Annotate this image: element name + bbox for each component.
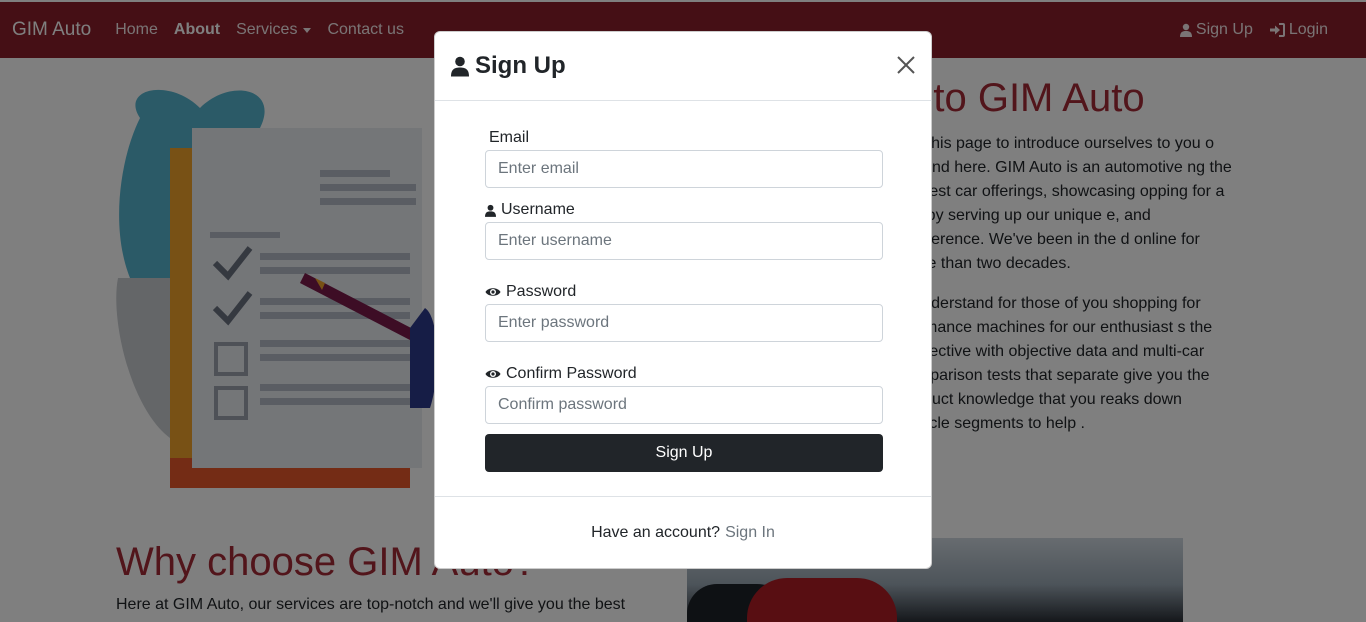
email-label: Email	[489, 129, 530, 146]
user-icon	[451, 56, 469, 77]
username-label: Username	[485, 201, 575, 219]
signup-modal: Sign Up Email Username Password Confirm …	[434, 31, 932, 569]
username-label-text: Username	[501, 201, 575, 218]
modal-header: Sign Up	[435, 32, 931, 101]
eye-icon	[485, 370, 501, 378]
user-icon	[485, 204, 496, 217]
signup-button[interactable]: Sign Up	[485, 434, 883, 472]
signin-link[interactable]: Sign In	[725, 524, 775, 542]
confirm-password-label: Confirm Password	[485, 365, 637, 383]
confirm-password-field[interactable]	[485, 386, 883, 424]
email-field[interactable]	[485, 150, 883, 188]
modal-footer: Have an account? Sign In	[435, 497, 931, 569]
signup-form: Email Username Password Confirm Password…	[435, 101, 931, 497]
modal-title-text: Sign Up	[475, 52, 566, 79]
modal-title: Sign Up	[451, 52, 566, 80]
password-label: Password	[485, 283, 576, 301]
username-field[interactable]	[485, 222, 883, 260]
password-field[interactable]	[485, 304, 883, 342]
close-icon[interactable]	[895, 54, 917, 76]
confirm-password-label-text: Confirm Password	[506, 365, 637, 382]
password-label-text: Password	[506, 283, 577, 300]
footer-text: Have an account?	[591, 524, 721, 541]
eye-icon	[485, 288, 501, 296]
